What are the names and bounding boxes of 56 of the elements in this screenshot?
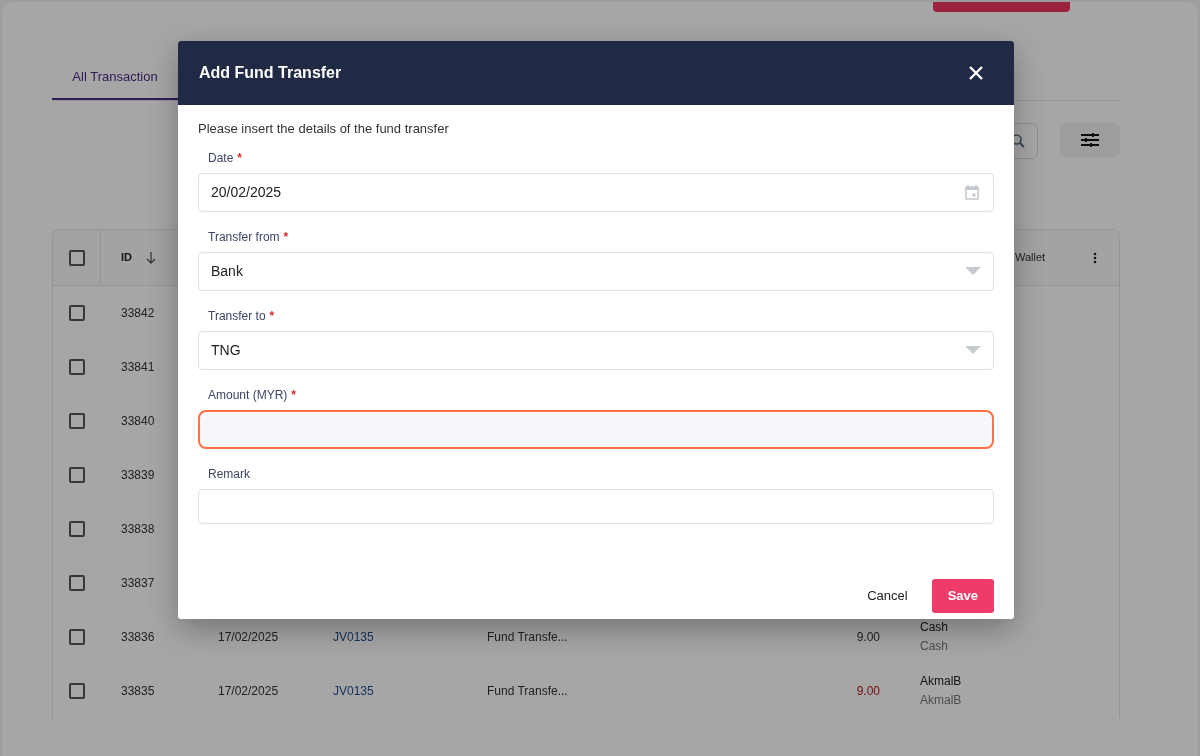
dropdown-caret-icon [965,346,981,354]
table-cell-text: 33837 [120,575,156,592]
table-cell-text: 33841 [120,359,156,376]
required-mark: * [283,228,289,246]
table-cell-text: Fund Transfe... [487,683,569,700]
wallet-name: Cash [920,619,949,636]
amount-cell-text: 9.00 [855,683,881,700]
cancel-button[interactable]: Cancel [865,578,910,613]
checkbox[interactable] [69,575,85,591]
date-field[interactable]: 20/02/2025 [198,172,994,212]
select-field[interactable]: TNG [198,330,994,370]
table-cell-text: 17/02/2025 [218,683,280,700]
checkbox[interactable] [69,305,85,321]
wallet-subtitle: Cash [920,638,949,655]
dialog-title: Add Fund Transfer [199,63,342,83]
table-cell-text: 17/02/2025 [218,629,280,646]
required-mark: * [291,386,297,404]
table-cell-text: 33840 [120,413,156,430]
field-label: Date [208,149,234,167]
wallet-subtitle: AkmalB [920,692,963,709]
field-label: Transfer to [208,307,266,325]
field-label: Transfer from [208,228,280,246]
table-cell-text: 33836 [120,629,156,646]
sliders-icon [1081,132,1099,148]
field-label: Remark [208,465,250,483]
more-icon[interactable] [1093,251,1097,264]
dropdown-caret-icon [965,267,981,275]
input-field[interactable] [198,409,994,449]
select-field[interactable]: Bank [198,251,994,291]
dialog-description: Please insert the details of the fund transfer [198,120,450,138]
required-mark: * [269,307,275,325]
sort-arrow-icon[interactable] [146,251,156,264]
required-mark: * [237,149,243,167]
filter-button[interactable] [1060,123,1120,157]
checkbox[interactable] [69,467,85,483]
close-button[interactable] [968,65,984,81]
column-header[interactable]: Wallet [1015,249,1046,266]
search-icon [1011,134,1025,148]
checkbox[interactable] [69,629,85,645]
checkbox[interactable] [68,249,85,266]
table-cell-text: 33838 [120,521,156,538]
column-header[interactable]: ID [121,249,132,266]
table-cell-text: Fund Transfe... [487,629,569,646]
checkbox[interactable] [69,683,85,699]
reference-link[interactable]: JV0135 [333,682,487,700]
reference-link[interactable]: JV0135 [333,628,487,646]
save-button[interactable]: Save [931,578,994,613]
table-cell-text: 33835 [120,683,156,700]
amount-cell-text: 9.00 [855,629,881,646]
wallet-name: AkmalB [920,673,963,690]
close-icon [969,66,983,80]
checkbox[interactable] [69,359,85,375]
field-label: Amount (MYR) [208,386,288,404]
checkbox[interactable] [69,413,85,429]
calendar-icon [965,184,979,200]
checkbox[interactable] [69,521,85,537]
